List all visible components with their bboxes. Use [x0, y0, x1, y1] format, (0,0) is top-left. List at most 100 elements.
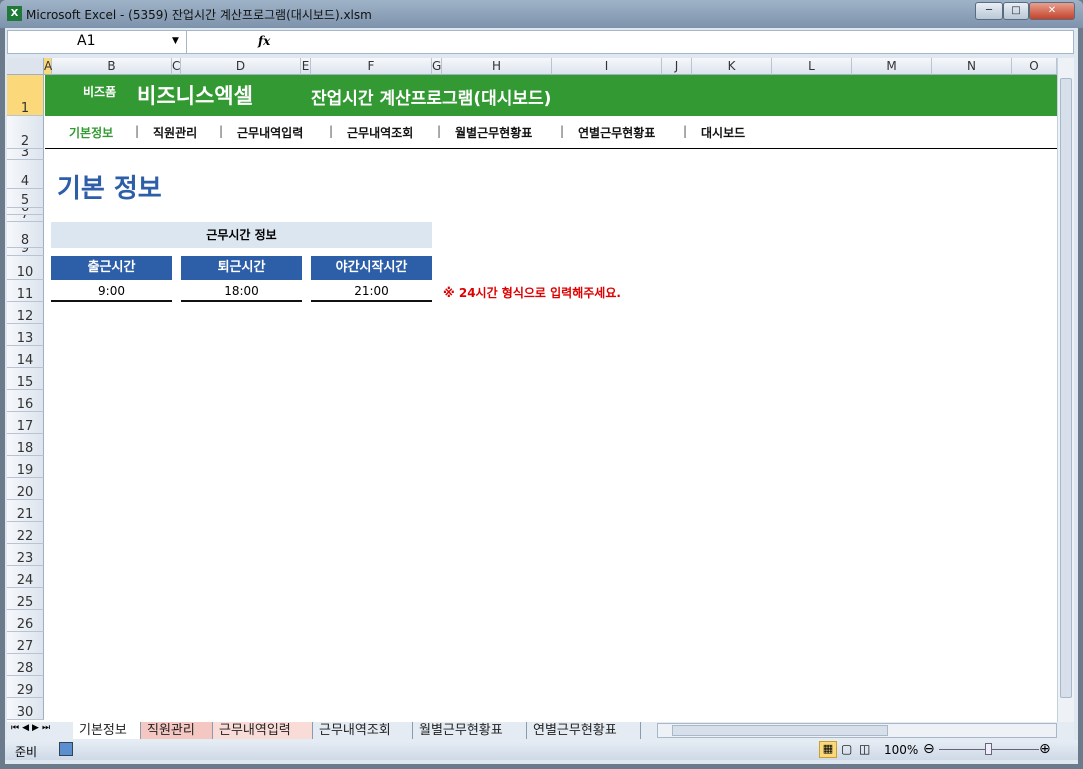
row-header[interactable]: 17: [7, 412, 44, 434]
row-header[interactable]: 2: [7, 116, 44, 149]
normal-view-icon[interactable]: ▦: [819, 741, 837, 758]
row-header[interactable]: 14: [7, 346, 44, 368]
column-header[interactable]: B: [52, 58, 172, 75]
column-header[interactable]: K: [692, 58, 772, 75]
input-note: ※ 24시간 형식으로 입력해주세요.: [443, 286, 621, 300]
nav-link[interactable]: 직원관리: [153, 124, 197, 141]
time-input[interactable]: 21:00: [311, 281, 432, 302]
row-header[interactable]: 10: [7, 256, 44, 280]
row-header[interactable]: 18: [7, 434, 44, 456]
h-scroll-thumb[interactable]: [672, 725, 888, 736]
row-header[interactable]: 11: [7, 280, 44, 302]
time-input[interactable]: 18:00: [181, 281, 302, 302]
window-title: Microsoft Excel - (5359) 잔업시간 계산프로그램(대시보…: [26, 8, 372, 22]
minimize-button[interactable]: ─: [975, 2, 1003, 20]
scroll-thumb[interactable]: [1060, 78, 1072, 698]
column-header[interactable]: A: [44, 58, 52, 75]
nav-link[interactable]: 기본정보: [69, 124, 113, 141]
vertical-scrollbar[interactable]: [1057, 58, 1074, 722]
column-header[interactable]: D: [181, 58, 301, 75]
row-header[interactable]: 23: [7, 544, 44, 566]
nav-link[interactable]: 근무내역조회: [347, 124, 413, 141]
sheet-tab[interactable]: 근무내역입력: [213, 722, 313, 739]
nav-link[interactable]: 연별근무현황표: [578, 124, 655, 141]
nav-link[interactable]: 대시보드: [701, 124, 745, 141]
row-header[interactable]: 19: [7, 456, 44, 478]
worksheet-grid[interactable]: ABCDEFGHIJKLMNO 123456789101112131415161…: [7, 58, 1057, 722]
sheet-tabs-bar: ⏮◀▶⏭ 기본정보 직원관리 근무내역입력 근무내역조회 월별근무현황표 연별근무현황표: [7, 722, 1074, 740]
row-header[interactable]: 1: [7, 75, 44, 116]
column-header[interactable]: H: [442, 58, 552, 75]
column-header[interactable]: L: [772, 58, 852, 75]
sheet-tab[interactable]: 월별근무현황표: [413, 722, 527, 739]
page-title: 기본 정보: [57, 174, 162, 204]
nav-separator: |: [437, 124, 442, 138]
excel-icon: X: [7, 6, 22, 21]
row-header[interactable]: 27: [7, 632, 44, 654]
status-bar: 준비 ▦ ▢ ◫ 100% ⊖ ⊕: [5, 740, 1078, 760]
column-header[interactable]: G: [432, 58, 442, 75]
row-header[interactable]: 9: [7, 248, 44, 256]
row-header[interactable]: 25: [7, 588, 44, 610]
row-header[interactable]: 30: [7, 698, 44, 720]
row-header[interactable]: 4: [7, 160, 44, 189]
column-header[interactable]: I: [552, 58, 662, 75]
sheet-tab[interactable]: 연별근무현황표: [527, 722, 641, 739]
row-header[interactable]: 24: [7, 566, 44, 588]
chevron-down-icon[interactable]: ▼: [172, 36, 179, 46]
column-header[interactable]: F: [311, 58, 432, 75]
select-all-button[interactable]: [7, 58, 44, 75]
field-label: 출근시간: [51, 256, 172, 280]
sheet-tab[interactable]: 근무내역조회: [313, 722, 413, 739]
row-header[interactable]: 6: [7, 208, 44, 215]
column-header[interactable]: N: [932, 58, 1012, 75]
row-header[interactable]: 26: [7, 610, 44, 632]
row-header[interactable]: 8: [7, 222, 44, 248]
tab-nav-arrows-icon[interactable]: ⏮◀▶⏭: [11, 723, 53, 733]
maximize-button[interactable]: □: [1003, 2, 1029, 20]
time-input[interactable]: 9:00: [51, 281, 172, 302]
row-header[interactable]: 28: [7, 654, 44, 676]
sheet-tab[interactable]: 직원관리: [141, 722, 213, 739]
column-header[interactable]: J: [662, 58, 692, 75]
row-header[interactable]: 13: [7, 324, 44, 346]
status-mode: 준비: [15, 745, 38, 759]
page-layout-view-icon[interactable]: ▢: [841, 742, 852, 756]
field-label: 퇴근시간: [181, 256, 302, 280]
row-header[interactable]: 15: [7, 368, 44, 390]
nav-divider: [45, 148, 1057, 149]
zoom-out-icon[interactable]: ⊖: [923, 741, 935, 757]
nav-link[interactable]: 근무내역입력: [237, 124, 303, 141]
field-label: 야간시작시간: [311, 256, 432, 280]
nav-separator: |: [135, 124, 140, 138]
row-header[interactable]: 3: [7, 149, 44, 160]
column-header[interactable]: E: [301, 58, 311, 75]
row-header[interactable]: 12: [7, 302, 44, 324]
nav-separator: |: [329, 124, 334, 138]
close-button[interactable]: ✕: [1029, 2, 1075, 20]
horizontal-scrollbar[interactable]: [657, 723, 1057, 738]
page-break-view-icon[interactable]: ◫: [859, 742, 870, 756]
row-header[interactable]: 22: [7, 522, 44, 544]
row-header[interactable]: 7: [7, 215, 44, 222]
column-header[interactable]: O: [1012, 58, 1057, 75]
row-header[interactable]: 20: [7, 478, 44, 500]
zoom-level[interactable]: 100%: [884, 743, 918, 757]
nav-link[interactable]: 월별근무현황표: [455, 124, 532, 141]
column-header[interactable]: M: [852, 58, 932, 75]
macro-record-icon[interactable]: [59, 742, 73, 756]
row-header[interactable]: 5: [7, 189, 44, 208]
brand-logo: 비즈니스엑셀: [137, 84, 253, 108]
nav-separator: |: [683, 124, 688, 138]
column-header[interactable]: C: [172, 58, 181, 75]
banner: 비즈폼 비즈니스엑셀 잔업시간 계산프로그램(대시보드): [45, 75, 1057, 116]
row-header[interactable]: 21: [7, 500, 44, 522]
zoom-in-icon[interactable]: ⊕: [1039, 741, 1051, 757]
nav-separator: |: [219, 124, 224, 138]
row-header[interactable]: 16: [7, 390, 44, 412]
zoom-slider-thumb[interactable]: [985, 743, 992, 755]
sheet-tab[interactable]: 기본정보: [73, 722, 141, 739]
fx-icon[interactable]: fx: [258, 34, 270, 48]
row-header[interactable]: 29: [7, 676, 44, 698]
name-box[interactable]: A1: [7, 30, 187, 54]
